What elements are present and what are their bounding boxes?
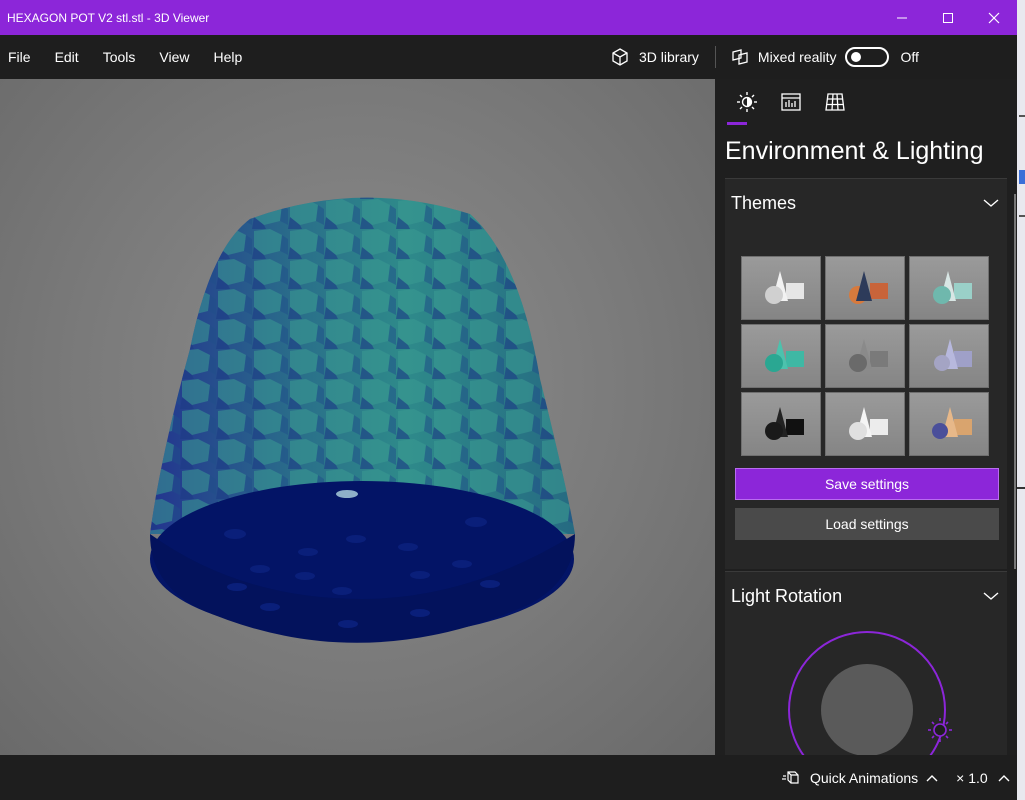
maximize-button[interactable] — [925, 0, 971, 35]
chevron-down-icon — [983, 199, 999, 207]
menu-file[interactable]: File — [8, 49, 31, 65]
theme-thumbnail[interactable] — [909, 392, 989, 456]
panel-heading: Environment & Lighting — [725, 137, 984, 165]
theme-preview-icon — [849, 407, 888, 440]
theme-preview-icon — [849, 339, 888, 372]
themes-header[interactable]: Themes — [725, 179, 1007, 227]
tab-grid-views[interactable] — [813, 91, 857, 125]
animation-speed[interactable]: × 1.0 — [956, 770, 988, 786]
window-title: HEXAGON POT V2 stl.stl - 3D Viewer — [7, 10, 210, 25]
theme-preview-icon — [934, 339, 972, 371]
minimize-icon — [897, 17, 907, 18]
panel-tabs — [725, 91, 857, 125]
light-rotation-header[interactable]: Light Rotation — [725, 572, 1007, 620]
theme-grid — [741, 256, 989, 456]
minimize-button[interactable] — [879, 0, 925, 35]
panel-scrollbar[interactable] — [1014, 194, 1016, 569]
menu-view[interactable]: View — [159, 49, 189, 65]
3d-library-label: 3D library — [639, 49, 699, 65]
theme-preview-icon — [765, 339, 804, 372]
themes-label: Themes — [731, 192, 797, 213]
themes-section: Themes Save settings Load settings — [725, 179, 1007, 569]
light-rotation-dial[interactable] — [725, 626, 1007, 755]
theme-thumbnail[interactable] — [909, 256, 989, 320]
status-bar: Quick Animations × 1.0 — [0, 755, 1017, 800]
theme-thumbnail[interactable] — [825, 392, 905, 456]
cube-icon — [612, 48, 628, 66]
quick-animations-icon — [782, 771, 799, 784]
tab-environment-lighting[interactable] — [725, 91, 769, 125]
quick-animations-button[interactable]: Quick Animations — [810, 770, 918, 786]
theme-thumbnail[interactable] — [825, 324, 905, 388]
light-rotation-section: Light Rotation — [725, 572, 1007, 755]
mixed-reality-state: Off — [900, 49, 919, 65]
chevron-down-icon — [983, 592, 999, 600]
theme-preview-icon — [932, 407, 972, 439]
mixed-reality-label: Mixed reality — [757, 49, 837, 65]
environment-panel: Environment & Lighting Themes Save setti… — [715, 79, 1017, 755]
background-window-edge — [1017, 0, 1025, 800]
menu-edit[interactable]: Edit — [55, 49, 79, 65]
mixed-reality-toggle[interactable] — [844, 47, 889, 67]
theme-thumbnail[interactable] — [825, 256, 905, 320]
3d-library-button[interactable]: 3D library — [610, 47, 699, 67]
hexagon-pot-model[interactable] — [0, 79, 715, 755]
tab-stats-shading[interactable] — [769, 91, 813, 125]
chevron-up-icon[interactable] — [926, 774, 938, 782]
theme-thumbnail[interactable] — [741, 256, 821, 320]
menu-tools[interactable]: Tools — [103, 49, 136, 65]
theme-thumbnail[interactable] — [741, 392, 821, 456]
theme-thumbnail[interactable] — [909, 324, 989, 388]
menu-separator — [714, 46, 716, 68]
menu-bar: File Edit Tools View Help 3D library Mix… — [0, 35, 1017, 79]
load-settings-button[interactable]: Load settings — [735, 508, 999, 540]
sun-settings-icon — [737, 92, 757, 112]
title-bar: HEXAGON POT V2 stl.stl - 3D Viewer — [0, 0, 1017, 35]
close-button[interactable] — [971, 0, 1017, 35]
theme-preview-icon — [933, 271, 972, 304]
3d-viewport[interactable] — [0, 79, 715, 755]
stats-icon — [781, 93, 801, 111]
light-rotation-label: Light Rotation — [731, 585, 843, 606]
theme-preview-icon — [765, 271, 804, 304]
theme-preview-icon — [765, 407, 804, 440]
menu-help[interactable]: Help — [213, 49, 242, 65]
theme-preview-icon — [849, 271, 888, 304]
save-settings-button[interactable]: Save settings — [735, 468, 999, 500]
theme-thumbnail[interactable] — [741, 324, 821, 388]
chevron-up-icon[interactable] — [998, 774, 1010, 782]
close-icon — [988, 12, 1000, 23]
maximize-icon — [943, 12, 953, 23]
light-sphere — [821, 664, 913, 755]
mixed-reality-icon — [732, 49, 748, 65]
mixed-reality-button[interactable]: Mixed reality — [730, 47, 837, 67]
grid-icon — [825, 93, 845, 111]
